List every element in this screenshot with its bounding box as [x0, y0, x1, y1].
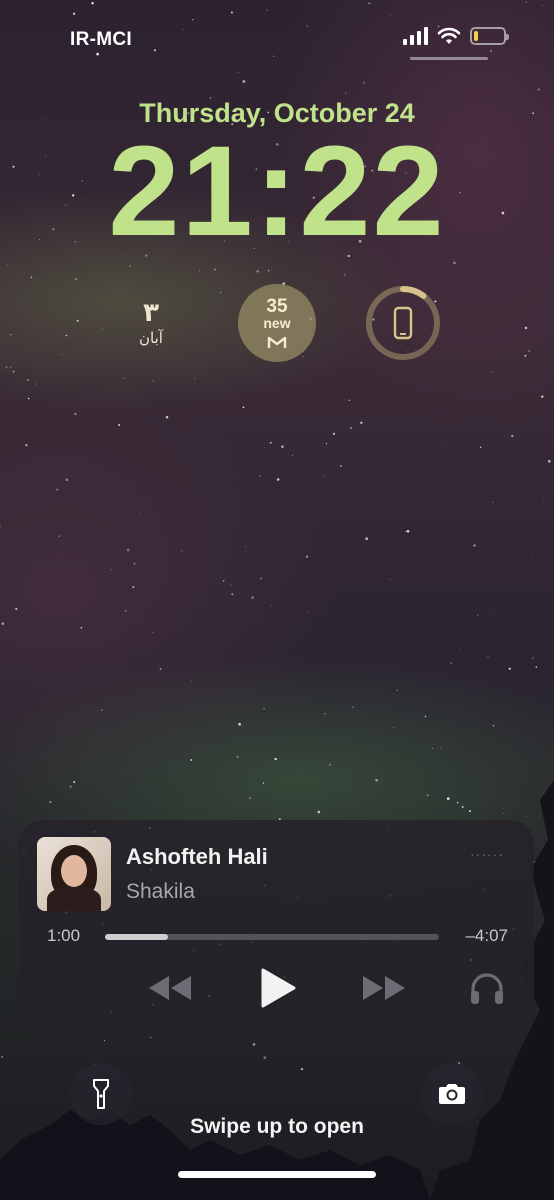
camera-icon: [439, 1084, 465, 1104]
status-icons: [403, 27, 509, 45]
gmail-icon: [267, 336, 287, 349]
carrier-name: IR-MCI: [70, 29, 132, 50]
iphone-battery-icon: [366, 286, 440, 360]
play-icon: [261, 968, 296, 1008]
fast-forward-button[interactable]: [361, 970, 407, 1006]
lock-screen-clock[interactable]: 21:22: [0, 128, 554, 256]
rewind-button[interactable]: [147, 970, 193, 1006]
album-art[interactable]: [37, 837, 111, 911]
flashlight-icon: [93, 1079, 109, 1109]
elapsed-time: 1:00: [47, 926, 81, 945]
status-underline: [410, 57, 488, 60]
mail-new-label: new: [263, 314, 291, 331]
swipe-up-hint: Swipe up to open: [190, 1115, 364, 1138]
mail-unread-count: 35: [266, 295, 288, 317]
battery-low-icon: [470, 27, 509, 45]
status-bar: IR-MCI: [0, 0, 554, 80]
song-artist: Shakila: [126, 880, 195, 903]
battery-widget[interactable]: [364, 284, 442, 362]
calendar-day: ۳: [143, 297, 159, 327]
remaining-time: –4:07: [465, 926, 508, 945]
fast-forward-icon: [363, 976, 405, 1000]
playback-scrubber[interactable]: [105, 934, 439, 940]
wifi-icon: [437, 27, 461, 44]
more-options-icon[interactable]: ······: [470, 846, 504, 862]
now-playing-card[interactable]: Ashofteh Hali Shakila ······ 1:00 –4:07: [19, 820, 534, 1033]
song-title: Ashofteh Hali: [126, 844, 268, 869]
mail-widget[interactable]: 35 new: [238, 284, 316, 362]
home-indicator[interactable]: [178, 1171, 376, 1178]
play-button[interactable]: [255, 966, 301, 1010]
calendar-month: آبان: [139, 330, 163, 347]
audio-output-button[interactable]: [467, 968, 507, 1008]
headphones-icon: [471, 973, 503, 1004]
calendar-widget[interactable]: ۳ آبان: [112, 284, 190, 362]
rewind-icon: [149, 976, 191, 1000]
playback-progress: [105, 934, 169, 940]
cellular-signal-icon: [403, 27, 428, 45]
